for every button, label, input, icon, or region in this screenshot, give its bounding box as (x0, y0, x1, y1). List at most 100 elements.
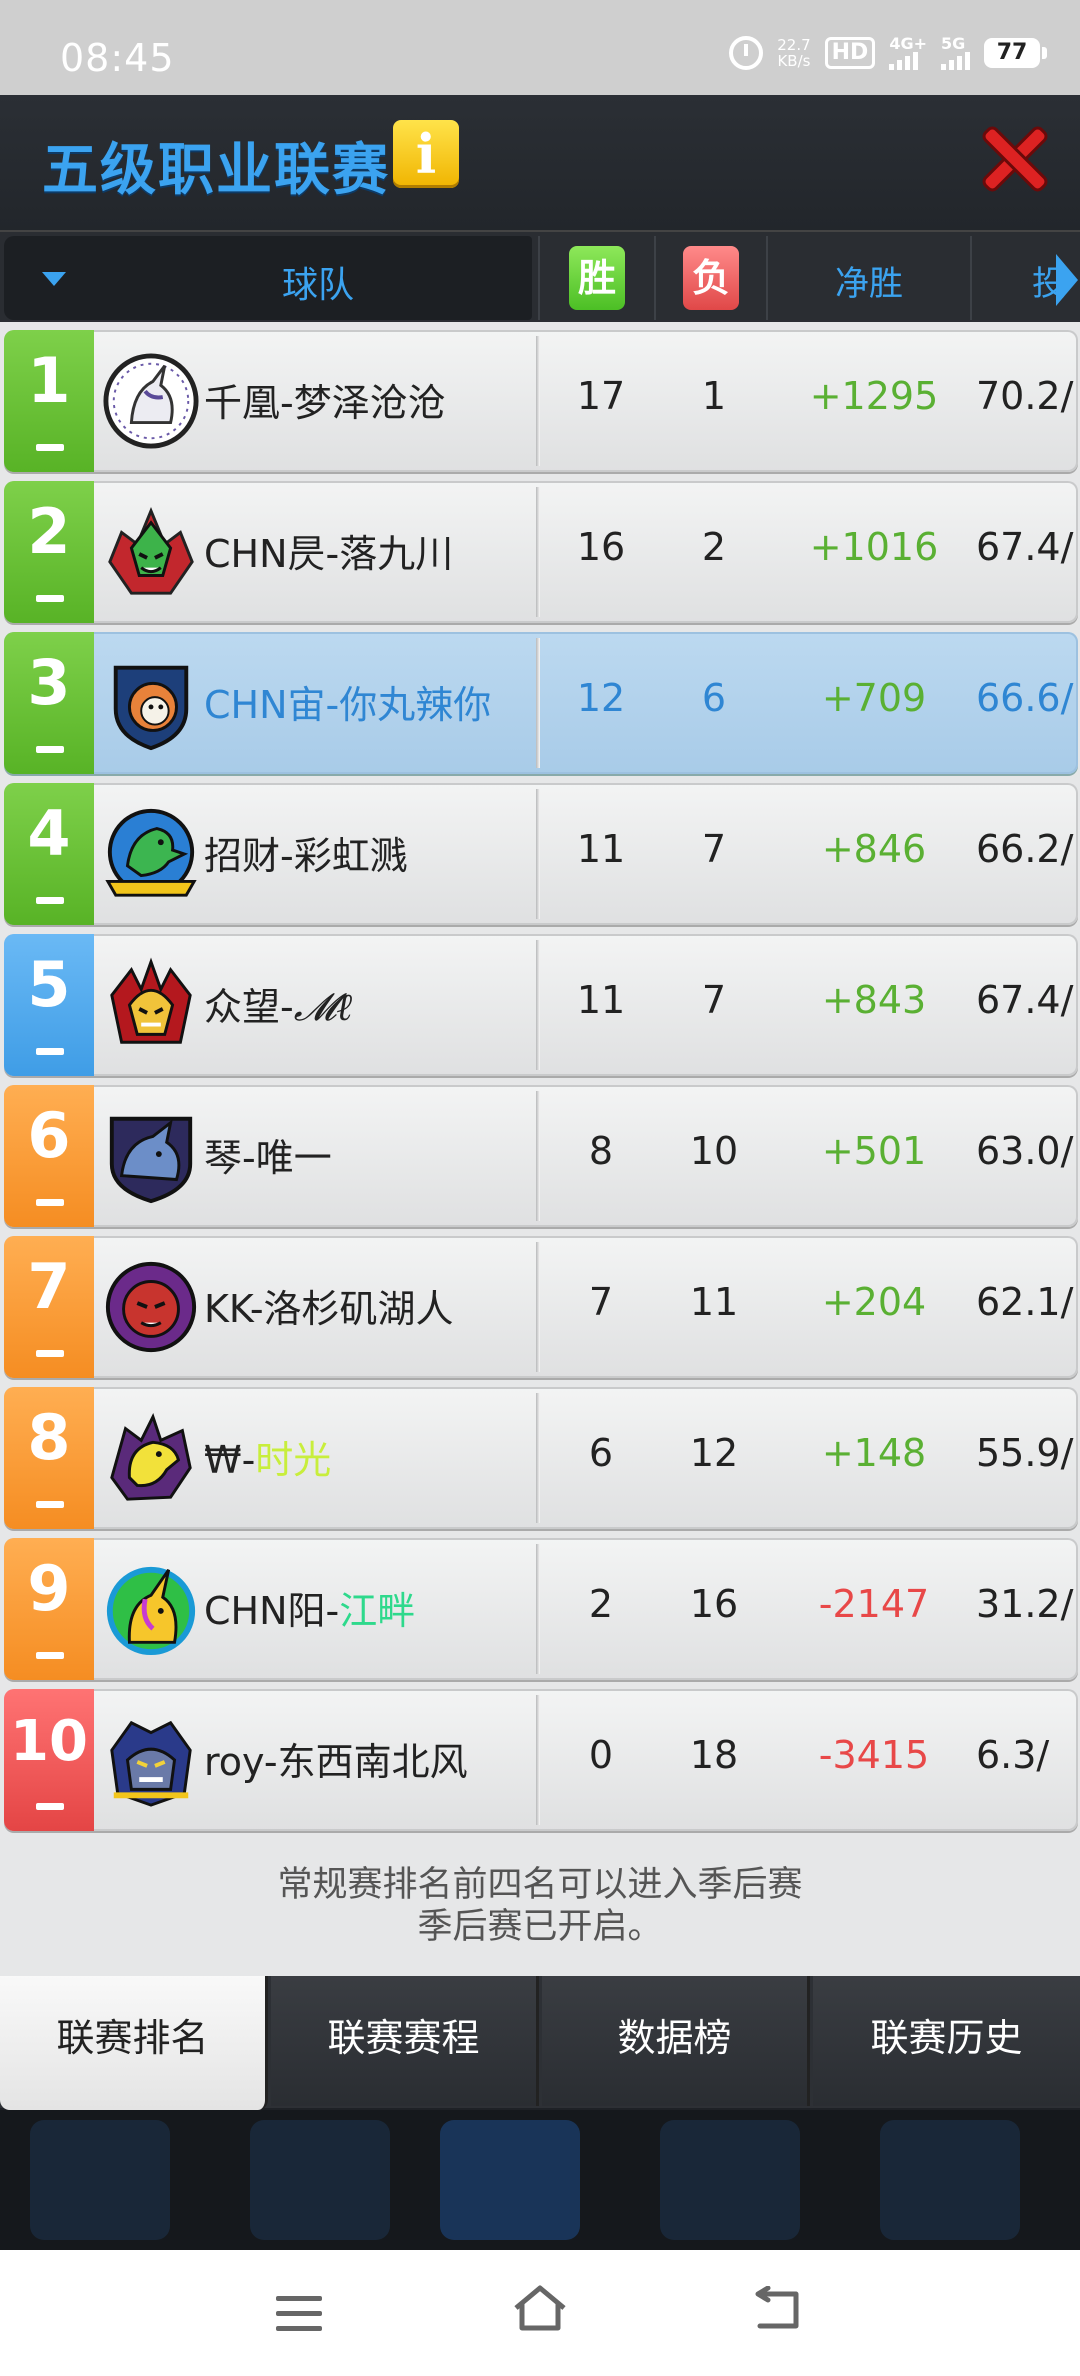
team-name: 琴-唯一 (204, 1136, 332, 1180)
team-logo-dragon-icon (110, 957, 192, 1044)
losses-value: 18 (689, 1733, 739, 1777)
team-name: 众望-𝓜ℓ (204, 985, 353, 1029)
wins-value: 2 (588, 1582, 614, 1626)
losses-value: 6 (701, 676, 727, 720)
net-value: -2147 (818, 1582, 930, 1626)
alarm-icon (729, 36, 764, 70)
column-net[interactable]: 净胜 (766, 236, 970, 320)
wins-value: 16 (576, 525, 626, 569)
column-net-label: 净胜 (835, 264, 903, 304)
team-name: KK-洛杉矶湖人 (204, 1287, 454, 1331)
pct-value: 67.4/ (976, 525, 1074, 569)
column-team-label: 球队 (281, 265, 354, 306)
wins-value: 8 (588, 1129, 614, 1173)
tab-league-ranking[interactable]: 联赛排名 (0, 1976, 268, 2110)
table-row[interactable]: 4 招财-彩虹溅 11 7 +846 66.2/ (4, 783, 1078, 925)
rank-badge: 10 (4, 1689, 94, 1831)
hd-icon: HD (824, 37, 876, 69)
pct-value: 66.2/ (976, 827, 1074, 871)
tab-league-history[interactable]: 联赛历史 (813, 1976, 1080, 2106)
league-tabs: 联赛排名 联赛赛程 数据榜 联赛历史 (0, 1976, 1080, 2110)
close-icon[interactable] (983, 127, 1045, 189)
net-value: +1295 (809, 374, 939, 418)
battery-icon: 77 (984, 38, 1047, 68)
background-icon (880, 2120, 1020, 2240)
team-name: 千凰-梦泽沧沧 (204, 381, 446, 425)
net-value: +843 (821, 978, 927, 1022)
net-value: +204 (821, 1280, 927, 1324)
wins-value: 0 (588, 1733, 614, 1777)
pct-value: 67.4/ (976, 978, 1074, 1022)
table-row[interactable]: 9 CHN阳-江畔 2 16 -2147 31.2/ (4, 1538, 1078, 1680)
wins-value: 17 (576, 374, 626, 418)
team-logo-unicorn-icon (103, 353, 199, 449)
rank-badge: 2 (4, 481, 94, 623)
table-row[interactable]: 2 CHN昃-落九川 16 2 +1016 67.4/ (4, 481, 1078, 623)
rank-badge: 7 (4, 1236, 94, 1378)
losses-value: 7 (701, 827, 727, 871)
home-icon[interactable] (512, 2284, 568, 2332)
pct-value: 6.3/ (976, 1733, 1050, 1777)
net-value: +1016 (809, 525, 939, 569)
team-name: CHN宙-你丸辣你 (204, 683, 492, 727)
pct-value: 66.6/ (976, 676, 1074, 720)
background-icon (30, 2120, 170, 2240)
column-pct[interactable]: 投 (970, 236, 1080, 320)
rank-badge: 5 (4, 934, 94, 1076)
playoff-note: 常规赛排名前四名可以进入季后赛 季后赛已开启。 (277, 1865, 803, 1947)
menu-icon[interactable] (276, 2296, 322, 2332)
wins-value: 11 (576, 827, 626, 871)
rank-badge: 9 (4, 1538, 94, 1680)
status-bar: 08:45 22.7 KB/s HD 4G+ 5G 77 (0, 0, 1080, 95)
sort-team-button[interactable]: 球队 (4, 236, 532, 320)
team-name: CHN昃-落九川 (204, 532, 454, 576)
background-icon (250, 2120, 390, 2240)
team-logo-joker-icon (108, 506, 194, 595)
team-logo-unicorn-green-icon (106, 1566, 196, 1656)
net-value: +846 (821, 827, 927, 871)
team-logo-lion-shield-icon (113, 665, 189, 751)
column-wins[interactable]: 胜 (538, 236, 654, 320)
losses-value: 10 (689, 1129, 739, 1173)
table-row[interactable]: 7 KK-洛杉矶湖人 7 11 +204 62.1/ (4, 1236, 1078, 1378)
pct-value: 55.9/ (976, 1431, 1074, 1475)
table-row-highlighted[interactable]: 3 CHN宙-你丸辣你 12 6 +709 66.6/ (4, 632, 1078, 774)
status-icons: 22.7 KB/s HD 4G+ 5G 77 (729, 36, 1047, 70)
signal-2-icon: 5G (941, 36, 970, 70)
network-speed: 22.7 KB/s (777, 36, 811, 70)
table-row[interactable]: 6 琴-唯一 8 10 +501 63.0/ (4, 1085, 1078, 1227)
table-row[interactable]: 8 ₩-时光 6 12 +148 55.9/ (4, 1387, 1078, 1529)
status-time: 08:45 (60, 36, 175, 80)
rank-badge: 4 (4, 783, 94, 925)
pct-value: 63.0/ (976, 1129, 1074, 1173)
team-name: CHN阳-江畔 (204, 1589, 416, 1633)
signal-1-icon: 4G+ (889, 36, 927, 70)
background-icon (440, 2120, 580, 2240)
back-icon[interactable] (752, 2286, 804, 2332)
net-value: -3415 (818, 1733, 930, 1777)
losses-value: 1 (701, 374, 727, 418)
table-row[interactable]: 5 众望-𝓜ℓ 11 7 +843 67.4/ (4, 934, 1078, 1076)
net-value: +709 (821, 676, 927, 720)
tab-league-schedule[interactable]: 联赛赛程 (271, 1976, 539, 2106)
wins-value: 6 (588, 1431, 614, 1475)
column-losses-label: 负 (683, 246, 739, 310)
background-icon (660, 2120, 800, 2240)
rank-badge: 6 (4, 1085, 94, 1227)
background-menu (0, 2110, 1080, 2250)
column-wins-label: 胜 (569, 246, 625, 310)
losses-value: 16 (689, 1582, 739, 1626)
team-name: roy-东西南北风 (204, 1740, 468, 1784)
team-logo-rhino-icon (109, 1116, 193, 1204)
table-row[interactable]: 1 千凰-梦泽沧沧 17 1 +1295 70.2/ (4, 330, 1078, 472)
team-logo-lion-purple-icon (105, 1261, 197, 1353)
team-name: 招财-彩虹溅 (204, 834, 408, 878)
wins-value: 7 (588, 1280, 614, 1324)
tab-stats-board[interactable]: 数据榜 (542, 1976, 810, 2106)
column-losses[interactable]: 负 (654, 236, 766, 320)
arrow-right-icon[interactable] (1056, 254, 1078, 306)
table-row[interactable]: 10 roy-东西南北风 0 18 -3415 6.3/ (4, 1689, 1078, 1831)
info-button[interactable]: i (393, 120, 459, 188)
wins-value: 11 (576, 978, 626, 1022)
pct-value: 31.2/ (976, 1582, 1074, 1626)
